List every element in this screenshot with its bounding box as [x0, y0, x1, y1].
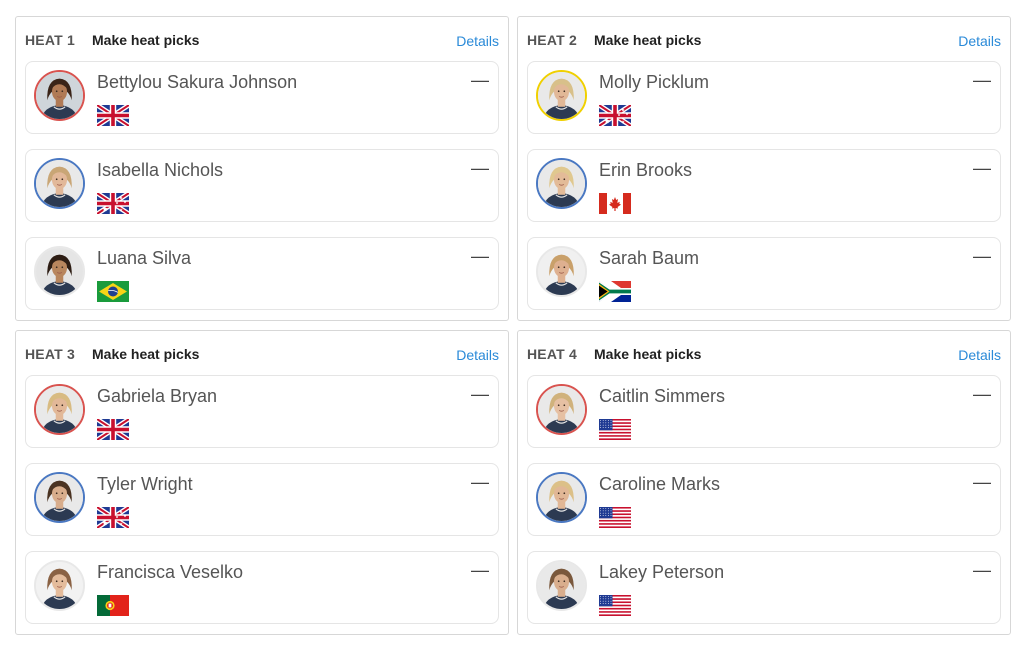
heat-card-1: HEAT 1 Make heat picks Details Bettylou …: [15, 16, 509, 321]
heat-number: HEAT 3: [25, 346, 75, 362]
surfer-pick-value: —: [471, 158, 489, 178]
surfer-avatar: [536, 560, 587, 611]
surfer-avatar: [536, 158, 587, 209]
surfer-card[interactable]: Gabriela Bryan —: [25, 375, 499, 448]
portugal-flag-icon: [97, 595, 129, 616]
brazil-flag-icon: [97, 281, 129, 302]
surfer-avatar: [34, 70, 85, 121]
heat-card-2: HEAT 2 Make heat picks Details Molly Pic…: [517, 16, 1011, 321]
hawaii-flag-icon: [97, 105, 129, 126]
surfer-avatar: [536, 384, 587, 435]
surfer-card[interactable]: Sarah Baum —: [527, 237, 1001, 310]
surfer-card[interactable]: Erin Brooks —: [527, 149, 1001, 222]
surfer-card[interactable]: Isabella Nichols —: [25, 149, 499, 222]
surfer-pick-value: —: [471, 70, 489, 90]
heat-header: HEAT 2 Make heat picks Details: [518, 17, 1010, 61]
surfer-avatar: [536, 472, 587, 523]
south-africa-flag-icon: [599, 281, 631, 302]
australia-flag-icon: [97, 507, 129, 528]
surfer-name: Bettylou Sakura Johnson: [97, 72, 298, 92]
surfer-list: Gabriela Bryan — Tyler Wright — Francisc…: [16, 375, 508, 624]
heat-card-4: HEAT 4 Make heat picks Details Caitlin S…: [517, 330, 1011, 635]
surfer-pick-value: —: [471, 384, 489, 404]
surfer-name: Luana Silva: [97, 248, 192, 268]
details-link[interactable]: Details: [958, 33, 1001, 49]
surfer-name: Isabella Nichols: [97, 160, 224, 180]
usa-flag-icon: [599, 419, 631, 440]
surfer-list: Molly Picklum — Erin Brooks — Sarah Baum…: [518, 61, 1010, 310]
surfer-pick-value: —: [471, 472, 489, 492]
surfer-card[interactable]: Caroline Marks —: [527, 463, 1001, 536]
surfer-pick-value: —: [973, 70, 991, 90]
usa-flag-icon: [599, 595, 631, 616]
surfer-avatar: [536, 70, 587, 121]
surfer-card[interactable]: Lakey Peterson —: [527, 551, 1001, 624]
usa-flag-icon: [599, 507, 631, 528]
surfer-list: Caitlin Simmers — Caroline Marks — Lakey…: [518, 375, 1010, 624]
surfer-avatar: [536, 246, 587, 297]
surfer-card[interactable]: Caitlin Simmers —: [527, 375, 1001, 448]
surfer-name: Sarah Baum: [599, 248, 700, 268]
surfer-avatar: [34, 560, 85, 611]
make-heat-picks-label: Make heat picks: [92, 32, 200, 48]
surfer-card[interactable]: Luana Silva —: [25, 237, 499, 310]
surfer-name: Gabriela Bryan: [97, 386, 218, 406]
heat-header: HEAT 1 Make heat picks Details: [16, 17, 508, 61]
hawaii-flag-icon: [97, 419, 129, 440]
heat-number: HEAT 2: [527, 32, 577, 48]
surfer-name: Molly Picklum: [599, 72, 710, 92]
heat-number: HEAT 4: [527, 346, 577, 362]
surfer-name: Francisca Veselko: [97, 562, 244, 582]
surfer-name: Lakey Peterson: [599, 562, 725, 582]
make-heat-picks-label: Make heat picks: [594, 346, 702, 362]
surfer-pick-value: —: [471, 560, 489, 580]
make-heat-picks-label: Make heat picks: [594, 32, 702, 48]
details-link[interactable]: Details: [456, 347, 499, 363]
surfer-name: Caitlin Simmers: [599, 386, 726, 406]
heat-number: HEAT 1: [25, 32, 75, 48]
heats-grid: HEAT 1 Make heat picks Details Bettylou …: [15, 16, 1011, 635]
surfer-name: Erin Brooks: [599, 160, 693, 180]
surfer-pick-value: —: [973, 246, 991, 266]
heat-card-3: HEAT 3 Make heat picks Details Gabriela …: [15, 330, 509, 635]
surfer-avatar: [34, 158, 85, 209]
surfer-avatar: [34, 472, 85, 523]
surfer-pick-value: —: [973, 472, 991, 492]
details-link[interactable]: Details: [456, 33, 499, 49]
surfer-pick-value: —: [973, 384, 991, 404]
make-heat-picks-label: Make heat picks: [92, 346, 200, 362]
australia-flag-icon: [599, 105, 631, 126]
surfer-avatar: [34, 384, 85, 435]
surfer-pick-value: —: [973, 560, 991, 580]
surfer-list: Bettylou Sakura Johnson — Isabella Nicho…: [16, 61, 508, 310]
surfer-card[interactable]: Tyler Wright —: [25, 463, 499, 536]
surfer-pick-value: —: [471, 246, 489, 266]
surfer-name: Tyler Wright: [97, 474, 193, 494]
australia-flag-icon: [97, 193, 129, 214]
surfer-pick-value: —: [973, 158, 991, 178]
surfer-avatar: [34, 246, 85, 297]
surfer-card[interactable]: Bettylou Sakura Johnson —: [25, 61, 499, 134]
surfer-card[interactable]: Molly Picklum —: [527, 61, 1001, 134]
canada-flag-icon: [599, 193, 631, 214]
surfer-name: Caroline Marks: [599, 474, 721, 494]
surfer-card[interactable]: Francisca Veselko —: [25, 551, 499, 624]
heat-header: HEAT 4 Make heat picks Details: [518, 331, 1010, 375]
heat-header: HEAT 3 Make heat picks Details: [16, 331, 508, 375]
details-link[interactable]: Details: [958, 347, 1001, 363]
